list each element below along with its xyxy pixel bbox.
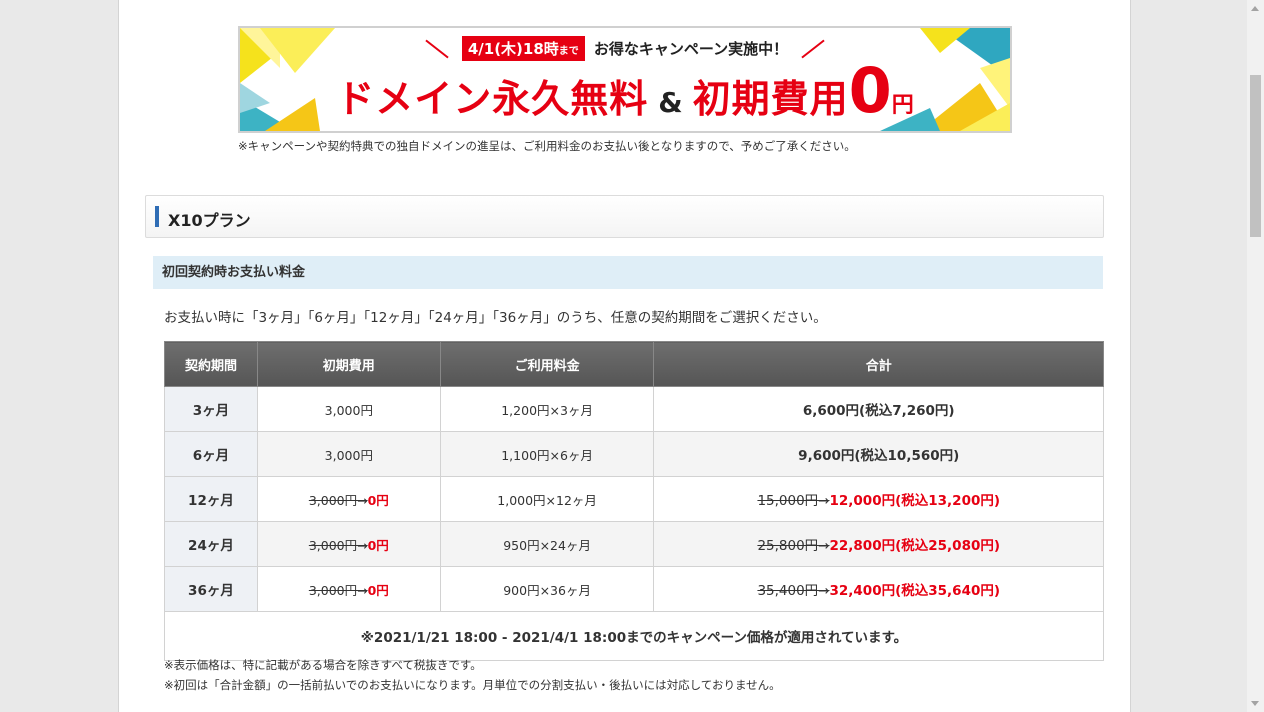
usage-fee-cell: 900円×36ヶ月 bbox=[439, 566, 655, 612]
scroll-thumb[interactable] bbox=[1250, 75, 1261, 237]
campaign-banner[interactable]: 4/1(木)18時まで お得なキャンペーン実施中！ ドメイン永久無料 & 初期費用0… bbox=[238, 26, 1012, 133]
usage-fee-cell: 1,100円×6ヶ月 bbox=[439, 431, 655, 477]
footnote-tax: ※表示価格は、特に記載がある場合を除きすべて税抜きです。 bbox=[164, 658, 482, 672]
banner-note: ※キャンペーンや契約特典での独自ドメインの進呈は、ご利用料金のお支払い後となりま… bbox=[238, 139, 856, 153]
initial-fee-cell: 3,000円 bbox=[256, 431, 441, 477]
headline-ampersand: & bbox=[658, 86, 683, 119]
headline-yen: 円 bbox=[891, 93, 914, 118]
total-cell: 25,800円→22,800円(税込25,080円) bbox=[653, 521, 1104, 567]
table-row: 6ヶ月 3,000円 1,100円×6ヶ月 9,600円(税込10,560円) bbox=[164, 431, 1104, 477]
header-initial-fee: 初期費用 bbox=[256, 341, 441, 387]
period-cell: 36ヶ月 bbox=[164, 566, 258, 612]
total-cell: 9,600円(税込10,560円) bbox=[653, 431, 1104, 477]
new-total: 22,800円(税込25,080円) bbox=[829, 538, 1001, 554]
footnotes: ※表示価格は、特に記載がある場合を除きすべて税抜きです。 ※初回は「合計金額」の… bbox=[164, 655, 781, 695]
old-total: 25,800円→ bbox=[757, 538, 830, 554]
initial-fee-cell: 3,000円→0円 bbox=[256, 566, 441, 612]
footnote-payment: ※初回は「合計金額」の一括前払いでのお支払いになります。月単位での分割支払い・後… bbox=[164, 678, 781, 692]
vertical-scrollbar[interactable] bbox=[1247, 0, 1264, 712]
new-total: 32,400円(税込35,640円) bbox=[829, 583, 1001, 599]
header-total: 合計 bbox=[653, 341, 1104, 387]
total-cell: 6,600円(税込7,260円) bbox=[653, 386, 1104, 432]
table-row: 12ヶ月 3,000円→0円 1,000円×12ヶ月 15,000円→12,00… bbox=[164, 476, 1104, 522]
plan-title: X10プラン bbox=[168, 211, 251, 230]
initial-fee-cell: 3,000円 bbox=[256, 386, 441, 432]
decor-slash-left bbox=[425, 39, 449, 58]
plan-heading: X10プラン bbox=[145, 195, 1104, 238]
period-cell: 12ヶ月 bbox=[164, 476, 258, 522]
section-subheading: 初回契約時お支払い料金 bbox=[153, 256, 1103, 289]
usage-fee-cell: 1,000円×12ヶ月 bbox=[439, 476, 655, 522]
scroll-up-arrow-icon[interactable] bbox=[1251, 6, 1259, 11]
total-cell: 15,000円→12,000円(税込13,200円) bbox=[653, 476, 1104, 522]
old-initial-fee: 3,000円→ bbox=[308, 492, 368, 508]
scroll-down-arrow-icon[interactable] bbox=[1251, 701, 1259, 706]
initial-fee-cell: 3,000円→0円 bbox=[256, 521, 441, 567]
headline-zero: 0 bbox=[848, 54, 892, 127]
table-row: 24ヶ月 3,000円→0円 950円×24ヶ月 25,800円→22,800円… bbox=[164, 521, 1104, 567]
total-cell: 35,400円→32,400円(税込35,640円) bbox=[653, 566, 1104, 612]
old-initial-fee: 3,000円→ bbox=[308, 582, 368, 598]
table-header-row: 契約期間 初期費用 ご利用料金 合計 bbox=[164, 341, 1104, 387]
usage-fee-cell: 950円×24ヶ月 bbox=[439, 521, 655, 567]
new-initial-fee: 0円 bbox=[367, 582, 389, 598]
decor-slash-right bbox=[801, 39, 825, 58]
usage-fee-cell: 1,200円×3ヶ月 bbox=[439, 386, 655, 432]
new-initial-fee: 0円 bbox=[367, 537, 389, 553]
promo-text: お得なキャンペーン実施中！ bbox=[593, 40, 789, 58]
campaign-deadline-badge: 4/1(木)18時まで bbox=[461, 36, 585, 61]
headline-domain-free: ドメイン永久無料 bbox=[336, 77, 649, 121]
old-total: 15,000円→ bbox=[757, 493, 830, 509]
period-cell: 3ヶ月 bbox=[164, 386, 258, 432]
banner-headline: ドメイン永久無料 & 初期費用0円 bbox=[240, 60, 1010, 123]
table-row: 3ヶ月 3,000円 1,200円×3ヶ月 6,600円(税込7,260円) bbox=[164, 386, 1104, 432]
promo-line: 4/1(木)18時まで お得なキャンペーン実施中！ bbox=[240, 36, 1010, 61]
campaign-period-note: ※2021/1/21 18:00 - 2021/4/1 18:00までのキャンペ… bbox=[164, 611, 1104, 661]
old-total: 35,400円→ bbox=[757, 583, 830, 599]
price-table: 契約期間 初期費用 ご利用料金 合計 3ヶ月 3,000円 1,200円×3ヶ月… bbox=[164, 341, 1104, 661]
period-cell: 24ヶ月 bbox=[164, 521, 258, 567]
table-row: 36ヶ月 3,000円→0円 900円×36ヶ月 35,400円→32,400円… bbox=[164, 566, 1104, 612]
old-initial-fee: 3,000円→ bbox=[308, 537, 368, 553]
headline-initial-fee: 初期費用 bbox=[692, 77, 849, 121]
plan-heading-accent-bar bbox=[155, 206, 159, 227]
campaign-row: ※2021/1/21 18:00 - 2021/4/1 18:00までのキャンペ… bbox=[164, 611, 1104, 661]
header-usage-fee: ご利用料金 bbox=[439, 341, 655, 387]
new-total: 12,000円(税込13,200円) bbox=[829, 493, 1001, 509]
new-initial-fee: 0円 bbox=[367, 492, 389, 508]
header-period: 契約期間 bbox=[164, 341, 258, 387]
period-cell: 6ヶ月 bbox=[164, 431, 258, 477]
intro-text: お支払い時に「3ヶ月」「6ヶ月」「12ヶ月」「24ヶ月」「36ヶ月」のうち、任意… bbox=[164, 310, 827, 326]
initial-fee-cell: 3,000円→0円 bbox=[256, 476, 441, 522]
